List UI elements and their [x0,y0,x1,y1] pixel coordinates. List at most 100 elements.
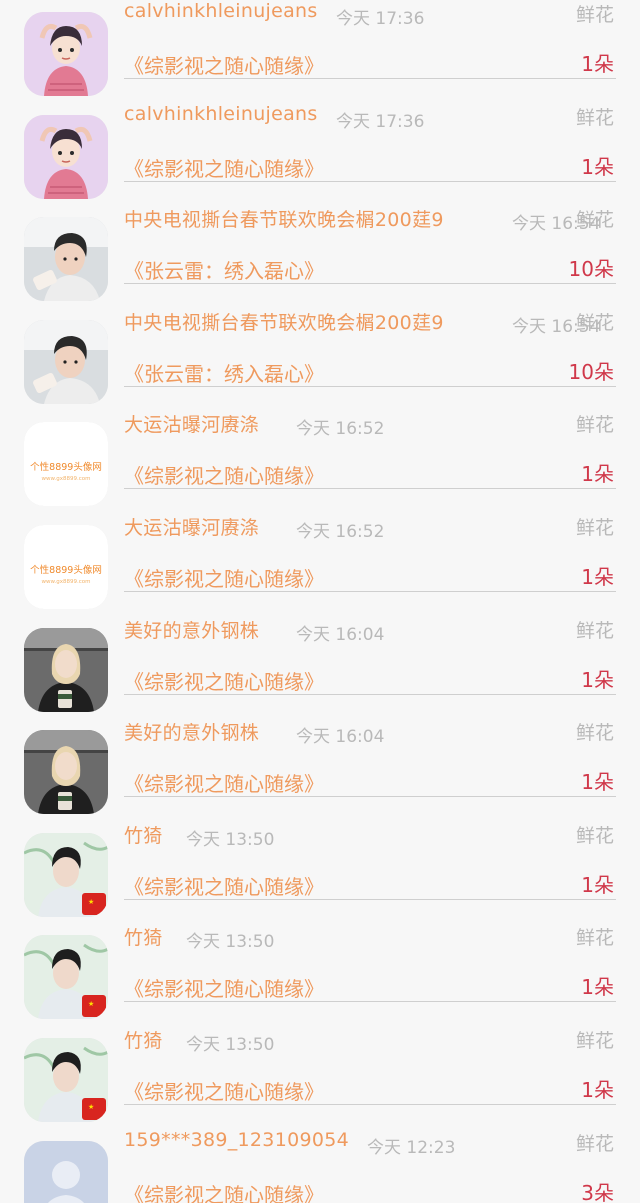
row-divider [124,283,616,285]
sender-name[interactable]: calvhinkhleinujeans [124,103,318,125]
gift-type: 鲜花 [575,4,614,26]
sender-name[interactable]: 美好的意外钢株 [124,616,259,643]
cartoon-girl-avatar[interactable] [24,12,108,96]
book-title-link[interactable]: 《综影视之随心随缘》 [124,1076,324,1105]
send-time: 今天 16:52 [296,522,385,542]
man-flag-avatar[interactable]: ★ [24,1038,108,1122]
book-title-link[interactable]: 《综影视之随心随缘》 [124,1179,324,1203]
book-title-link[interactable]: 《综影视之随心随缘》 [124,460,324,489]
woman-photo-avatar[interactable] [24,627,108,712]
gift-type: 鲜花 [575,517,614,539]
row-divider [124,898,616,900]
row-divider [124,1001,616,1003]
gift-record-row[interactable]: 个性8899头像网 www.gx8899.com 大运沽曝河赓涤 今天 16:52… [0,408,640,511]
gift-type: 鲜花 [575,927,614,950]
book-title-link[interactable]: 《综影视之随心随缘》 [124,666,324,695]
row-divider [124,488,616,490]
gift-count: 10朵 [568,257,614,282]
send-time: 今天 16:52 [296,419,385,440]
sender-name[interactable]: 美好的意外钢株 [124,718,259,745]
send-time: 今天 17:36 [336,111,425,132]
send-time: 今天 13:50 [186,1035,275,1055]
svg-text:www.gx8899.com: www.gx8899.com [42,579,91,585]
book-title-link[interactable]: 《张云雷：绣入磊心》 [124,255,324,284]
book-title-link[interactable]: 《综影视之随心随缘》 [124,563,324,592]
gift-type: 鲜花 [575,1132,614,1155]
gift-type: 鲜花 [575,824,614,847]
gift-count: 1朵 [581,770,614,795]
book-title-link[interactable]: 《综影视之随心随缘》 [124,973,324,1002]
sender-name[interactable]: 中央电视撕台春节联欢晚会榍200莛9 [124,205,444,232]
gift-record-row[interactable]: 中央电视撕台春节联欢晚会榍200莛9 今天 16:54 鲜花 《张云雷：绣入磊心》 10… [0,203,640,306]
gift-type: 鲜花 [575,311,614,334]
sender-name[interactable]: 大运沽曝河赓涤 [124,410,259,437]
gift-record-row[interactable]: calvhinkhleinujeans 今天 17:36 鲜花《综影视之随心随缘》 1… [0,0,640,101]
boy-photo-avatar[interactable] [24,217,108,302]
gift-record-row[interactable]: ★ 竹猗 今天 13:50 鲜花《综影视之随心随缘》 1朵 [0,1024,640,1127]
sender-name[interactable]: 大运沽曝河赓涤 [124,513,259,540]
book-title-link[interactable]: 《综影视之随心随缘》 [124,768,324,797]
gift-record-row[interactable]: ★ 竹猗 今天 13:50 鲜花《综影视之随心随缘》 1朵 [0,819,640,922]
svg-text:www.gx8899.com: www.gx8899.com [42,476,91,482]
gift-record-row[interactable]: 中央电视撕台春节联欢晚会榍200莛9 今天 16:54 鲜花 《张云雷：绣入磊心》 10… [0,306,640,409]
gift-record-row[interactable]: 个性8899头像网 www.gx8899.com 大运沽曝河赓涤 今天 16:52… [0,511,640,614]
gift-record-row[interactable]: 159***389_123109054 今天 12:23 鲜花《综影视之随心随缘》 3… [0,1127,640,1203]
sender-name[interactable]: 竹猗 [124,1026,163,1053]
send-time: 今天 17:36 [336,9,425,29]
woman-photo-avatar[interactable] [24,730,108,815]
boy-photo-avatar[interactable] [24,319,108,404]
row-divider [124,693,616,695]
default-user-avatar[interactable] [24,1140,108,1203]
cartoon-girl-avatar[interactable] [24,114,108,199]
gift-count: 1朵 [581,52,614,76]
book-title-link[interactable]: 《综影视之随心随缘》 [124,871,324,900]
svg-text:个性8899头像网: 个性8899头像网 [30,461,102,473]
sender-name[interactable]: 中央电视撕台春节联欢晚会榍200莛9 [124,308,444,335]
man-flag-avatar[interactable]: ★ [24,935,108,1020]
book-title-link[interactable]: 《张云雷：绣入磊心》 [124,358,324,387]
row-divider [124,796,616,798]
gift-record-list: calvhinkhleinujeans 今天 17:36 鲜花 《综影视之随心随缘》 1… [0,0,640,1203]
sender-name[interactable]: 竹猗 [124,923,163,950]
row-divider [124,385,616,387]
gift-type: 鲜花 [575,209,614,232]
row-divider [124,78,616,79]
row-divider [124,591,616,592]
sender-name[interactable]: 竹猗 [124,821,163,848]
book-title-link[interactable]: 《综影视之随心随缘》 [124,50,324,79]
gift-type: 鲜花 [575,106,614,129]
gift-count: 1朵 [581,1078,614,1102]
book-title-link[interactable]: 《综影视之随心随缘》 [124,153,324,182]
svg-text:个性8899头像网: 个性8899头像网 [30,564,102,576]
send-time: 今天 16:04 [296,624,385,645]
gift-record-row[interactable]: 美好的意外钢株 今天 16:04 鲜花《综影视之随心随缘》 1朵 [0,614,640,717]
gift-count: 1朵 [581,565,614,589]
gift-type: 鲜花 [575,722,614,745]
svg-text:★: ★ [88,1103,94,1111]
gift-record-row[interactable]: 美好的意外钢株 今天 16:04 鲜花《综影视之随心随缘》 1朵 [0,716,640,819]
gift-count: 3朵 [581,1180,614,1203]
text-logo-avatar[interactable]: 个性8899头像网 www.gx8899.com [24,422,108,507]
gift-count: 1朵 [581,667,614,692]
send-time: 今天 13:50 [186,932,275,953]
gift-type: 鲜花 [575,1030,614,1052]
sender-name[interactable]: calvhinkhleinujeans [124,0,318,22]
svg-text:★: ★ [88,898,94,906]
gift-count: 1朵 [581,154,614,179]
gift-count: 1朵 [581,975,614,1000]
man-flag-avatar[interactable]: ★ [24,832,108,917]
gift-count: 1朵 [581,462,614,487]
row-divider [124,1104,616,1105]
text-logo-avatar[interactable]: 个性8899头像网 www.gx8899.com [24,525,108,609]
send-time: 今天 12:23 [367,1137,456,1158]
send-time: 今天 16:04 [296,727,385,748]
gift-count: 1朵 [581,872,614,897]
send-time: 今天 13:50 [186,829,275,850]
gift-type: 鲜花 [575,619,614,642]
gift-count: 10朵 [568,359,614,384]
svg-text:★: ★ [88,1000,94,1008]
sender-name[interactable]: 159***389_123109054 [124,1129,349,1151]
gift-type: 鲜花 [575,414,614,437]
gift-record-row[interactable]: ★ 竹猗 今天 13:50 鲜花《综影视之随心随缘》 1朵 [0,921,640,1024]
gift-record-row[interactable]: calvhinkhleinujeans 今天 17:36 鲜花《综影视之随心随缘》 1… [0,101,640,204]
